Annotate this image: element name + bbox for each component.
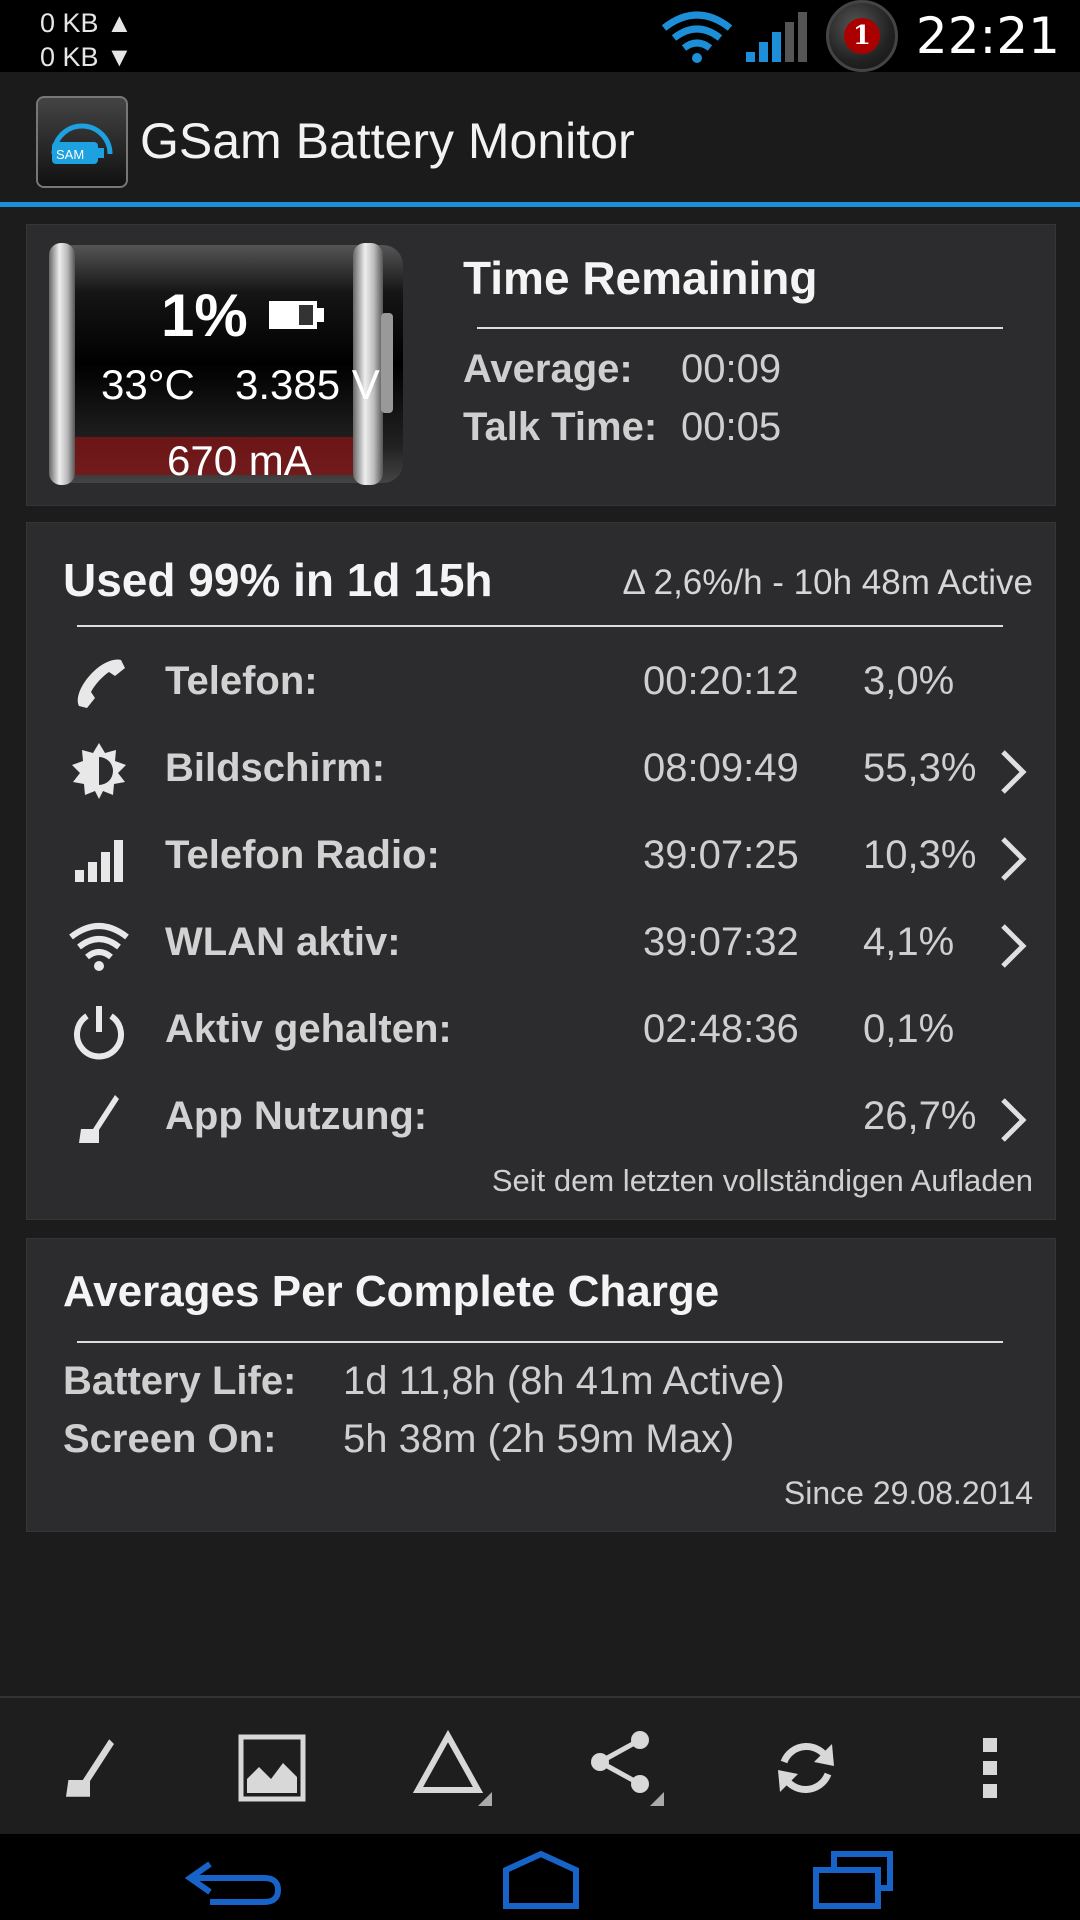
- average-value: 00:09: [681, 347, 782, 391]
- status-clock: 22:21: [915, 7, 1060, 65]
- usage-percent: 3,0%: [863, 659, 955, 703]
- recent-apps-button-icon[interactable]: [800, 1850, 910, 1910]
- talk-time-row: Talk Time: 00:05: [463, 405, 781, 450]
- delta-icon: [412, 1729, 492, 1806]
- battery-gauge: 1% 33°C 3.385 V 670 mA: [43, 241, 417, 487]
- screen-on-value: 5h 38m (2h 59m Max): [343, 1417, 735, 1461]
- battery-temperature: 33°C: [101, 361, 195, 408]
- divider: [77, 625, 1003, 627]
- app-usage-icon: [79, 1095, 119, 1143]
- screen-on-label: Screen On:: [63, 1417, 277, 1461]
- usage-title: Used 99% in 1d 15h: [63, 554, 493, 606]
- back-button-icon[interactable]: [180, 1850, 290, 1910]
- usage-time: 39:07:25: [643, 833, 799, 877]
- share-button[interactable]: [584, 1726, 668, 1810]
- usage-label: Telefon:: [165, 659, 318, 703]
- usage-percent: 4,1%: [863, 920, 955, 964]
- signal-bars-icon: [75, 840, 123, 882]
- overflow-menu-button[interactable]: [948, 1726, 1032, 1810]
- wifi-status-icon: [661, 11, 733, 63]
- usage-time: 02:48:36: [643, 1007, 799, 1051]
- usage-time: 08:09:49: [643, 746, 799, 790]
- averages-title: Averages Per Complete Charge: [63, 1267, 720, 1316]
- talk-time-value: 00:05: [681, 405, 782, 449]
- wifi-icon: [69, 923, 129, 971]
- delta-dropdown-button[interactable]: [412, 1726, 496, 1810]
- status-icons: 1 22:21: [660, 0, 1060, 72]
- app-title: GSam Battery Monitor: [140, 113, 635, 169]
- usage-row-app-nutzung[interactable]: App Nutzung: 26,7%: [27, 1076, 1055, 1162]
- phone-icon: [77, 659, 125, 708]
- average-row: Average: 00:09: [463, 347, 781, 392]
- app-logo-text: SAM: [56, 147, 84, 162]
- battery-small-icon: [269, 301, 324, 329]
- image-icon: [238, 1734, 306, 1802]
- usage-label: Aktiv gehalten:: [165, 1007, 452, 1051]
- usage-card: Used 99% in 1d 15h Δ 2,6%/h - 10h 48m Ac…: [26, 522, 1056, 1220]
- usage-label: Bildschirm:: [165, 746, 386, 790]
- navigation-bar: [0, 1834, 1080, 1920]
- usage-delta: Δ 2,6%/h - 10h 48m Active: [622, 563, 1033, 602]
- usage-row-bildschirm[interactable]: Bildschirm: 08:09:49 55,3%: [27, 728, 1055, 814]
- divider: [77, 1341, 1003, 1343]
- chevron-right-icon[interactable]: [995, 1096, 1031, 1144]
- power-icon: [74, 1006, 124, 1060]
- usage-percent: 55,3%: [863, 746, 977, 790]
- time-remaining-title: Time Remaining: [463, 252, 818, 304]
- usage-footer: Seit dem letzten vollständigen Aufladen: [491, 1163, 1033, 1198]
- usage-percent: 0,1%: [863, 1007, 955, 1051]
- battery-voltage: 3.385 V: [235, 361, 380, 408]
- refresh-button[interactable]: [764, 1726, 848, 1810]
- usage-row-aktiv-gehalten[interactable]: Aktiv gehalten: 02:48:36 0,1%: [27, 989, 1055, 1075]
- graph-image-button[interactable]: [230, 1726, 314, 1810]
- chevron-right-icon[interactable]: [995, 835, 1031, 883]
- usage-percent: 10,3%: [863, 833, 977, 877]
- usage-time: 39:07:32: [643, 920, 799, 964]
- battery-percent: 1%: [161, 282, 248, 349]
- notification-count: 1: [843, 18, 880, 54]
- divider: [477, 327, 1003, 329]
- battery-life-row: Battery Life: 1d 11,8h (8h 41m Active): [63, 1359, 785, 1404]
- app-usage-icon: [66, 1739, 114, 1797]
- usage-label: WLAN aktiv:: [165, 920, 401, 964]
- usage-label: App Nutzung:: [165, 1094, 428, 1138]
- battery-life-label: Battery Life:: [63, 1359, 297, 1403]
- usage-time: 00:20:12: [643, 659, 799, 703]
- since-date: Since 29.08.2014: [783, 1475, 1033, 1511]
- more-vert-icon: [983, 1738, 997, 1798]
- usage-row-wlan[interactable]: WLAN aktiv: 39:07:32 4,1%: [27, 902, 1055, 988]
- brightness-icon: [72, 743, 126, 799]
- usage-row-telefon-radio[interactable]: Telefon Radio: 39:07:25 10,3%: [27, 815, 1055, 901]
- usage-label: Telefon Radio:: [165, 833, 440, 877]
- app-usage-button[interactable]: [48, 1726, 132, 1810]
- talk-time-label: Talk Time:: [463, 405, 658, 449]
- upload-rate: 0 KB ▲: [40, 8, 133, 38]
- network-rates: 0 KB ▲ 0 KB ▼: [40, 6, 133, 74]
- usage-percent: 26,7%: [863, 1094, 977, 1138]
- battery-status-card[interactable]: 1% 33°C 3.385 V 670 mA Time Remaining Av…: [26, 224, 1056, 506]
- battery-current: 670 mA: [167, 437, 312, 484]
- battery-life-value: 1d 11,8h (8h 41m Active): [343, 1359, 785, 1403]
- action-bar: [0, 1696, 1080, 1836]
- app-bar: SAM GSam Battery Monitor: [0, 72, 1080, 207]
- app-logo-icon[interactable]: SAM: [36, 96, 128, 188]
- averages-card[interactable]: Averages Per Complete Charge Battery Lif…: [26, 1238, 1056, 1532]
- average-label: Average:: [463, 347, 633, 391]
- download-rate: 0 KB ▼: [40, 42, 133, 72]
- usage-row-telefon[interactable]: Telefon: 00:20:12 3,0%: [27, 641, 1055, 727]
- status-bar: 0 KB ▲ 0 KB ▼ 1 22:21: [0, 0, 1080, 72]
- cell-signal-icon: [745, 12, 807, 62]
- screen-on-row: Screen On: 5h 38m (2h 59m Max): [63, 1417, 734, 1462]
- chevron-right-icon[interactable]: [995, 922, 1031, 970]
- share-icon: [591, 1731, 664, 1806]
- refresh-icon: [778, 1743, 834, 1793]
- notification-badge[interactable]: 1: [825, 0, 898, 72]
- chevron-right-icon[interactable]: [995, 748, 1031, 796]
- home-button-icon[interactable]: [486, 1850, 596, 1910]
